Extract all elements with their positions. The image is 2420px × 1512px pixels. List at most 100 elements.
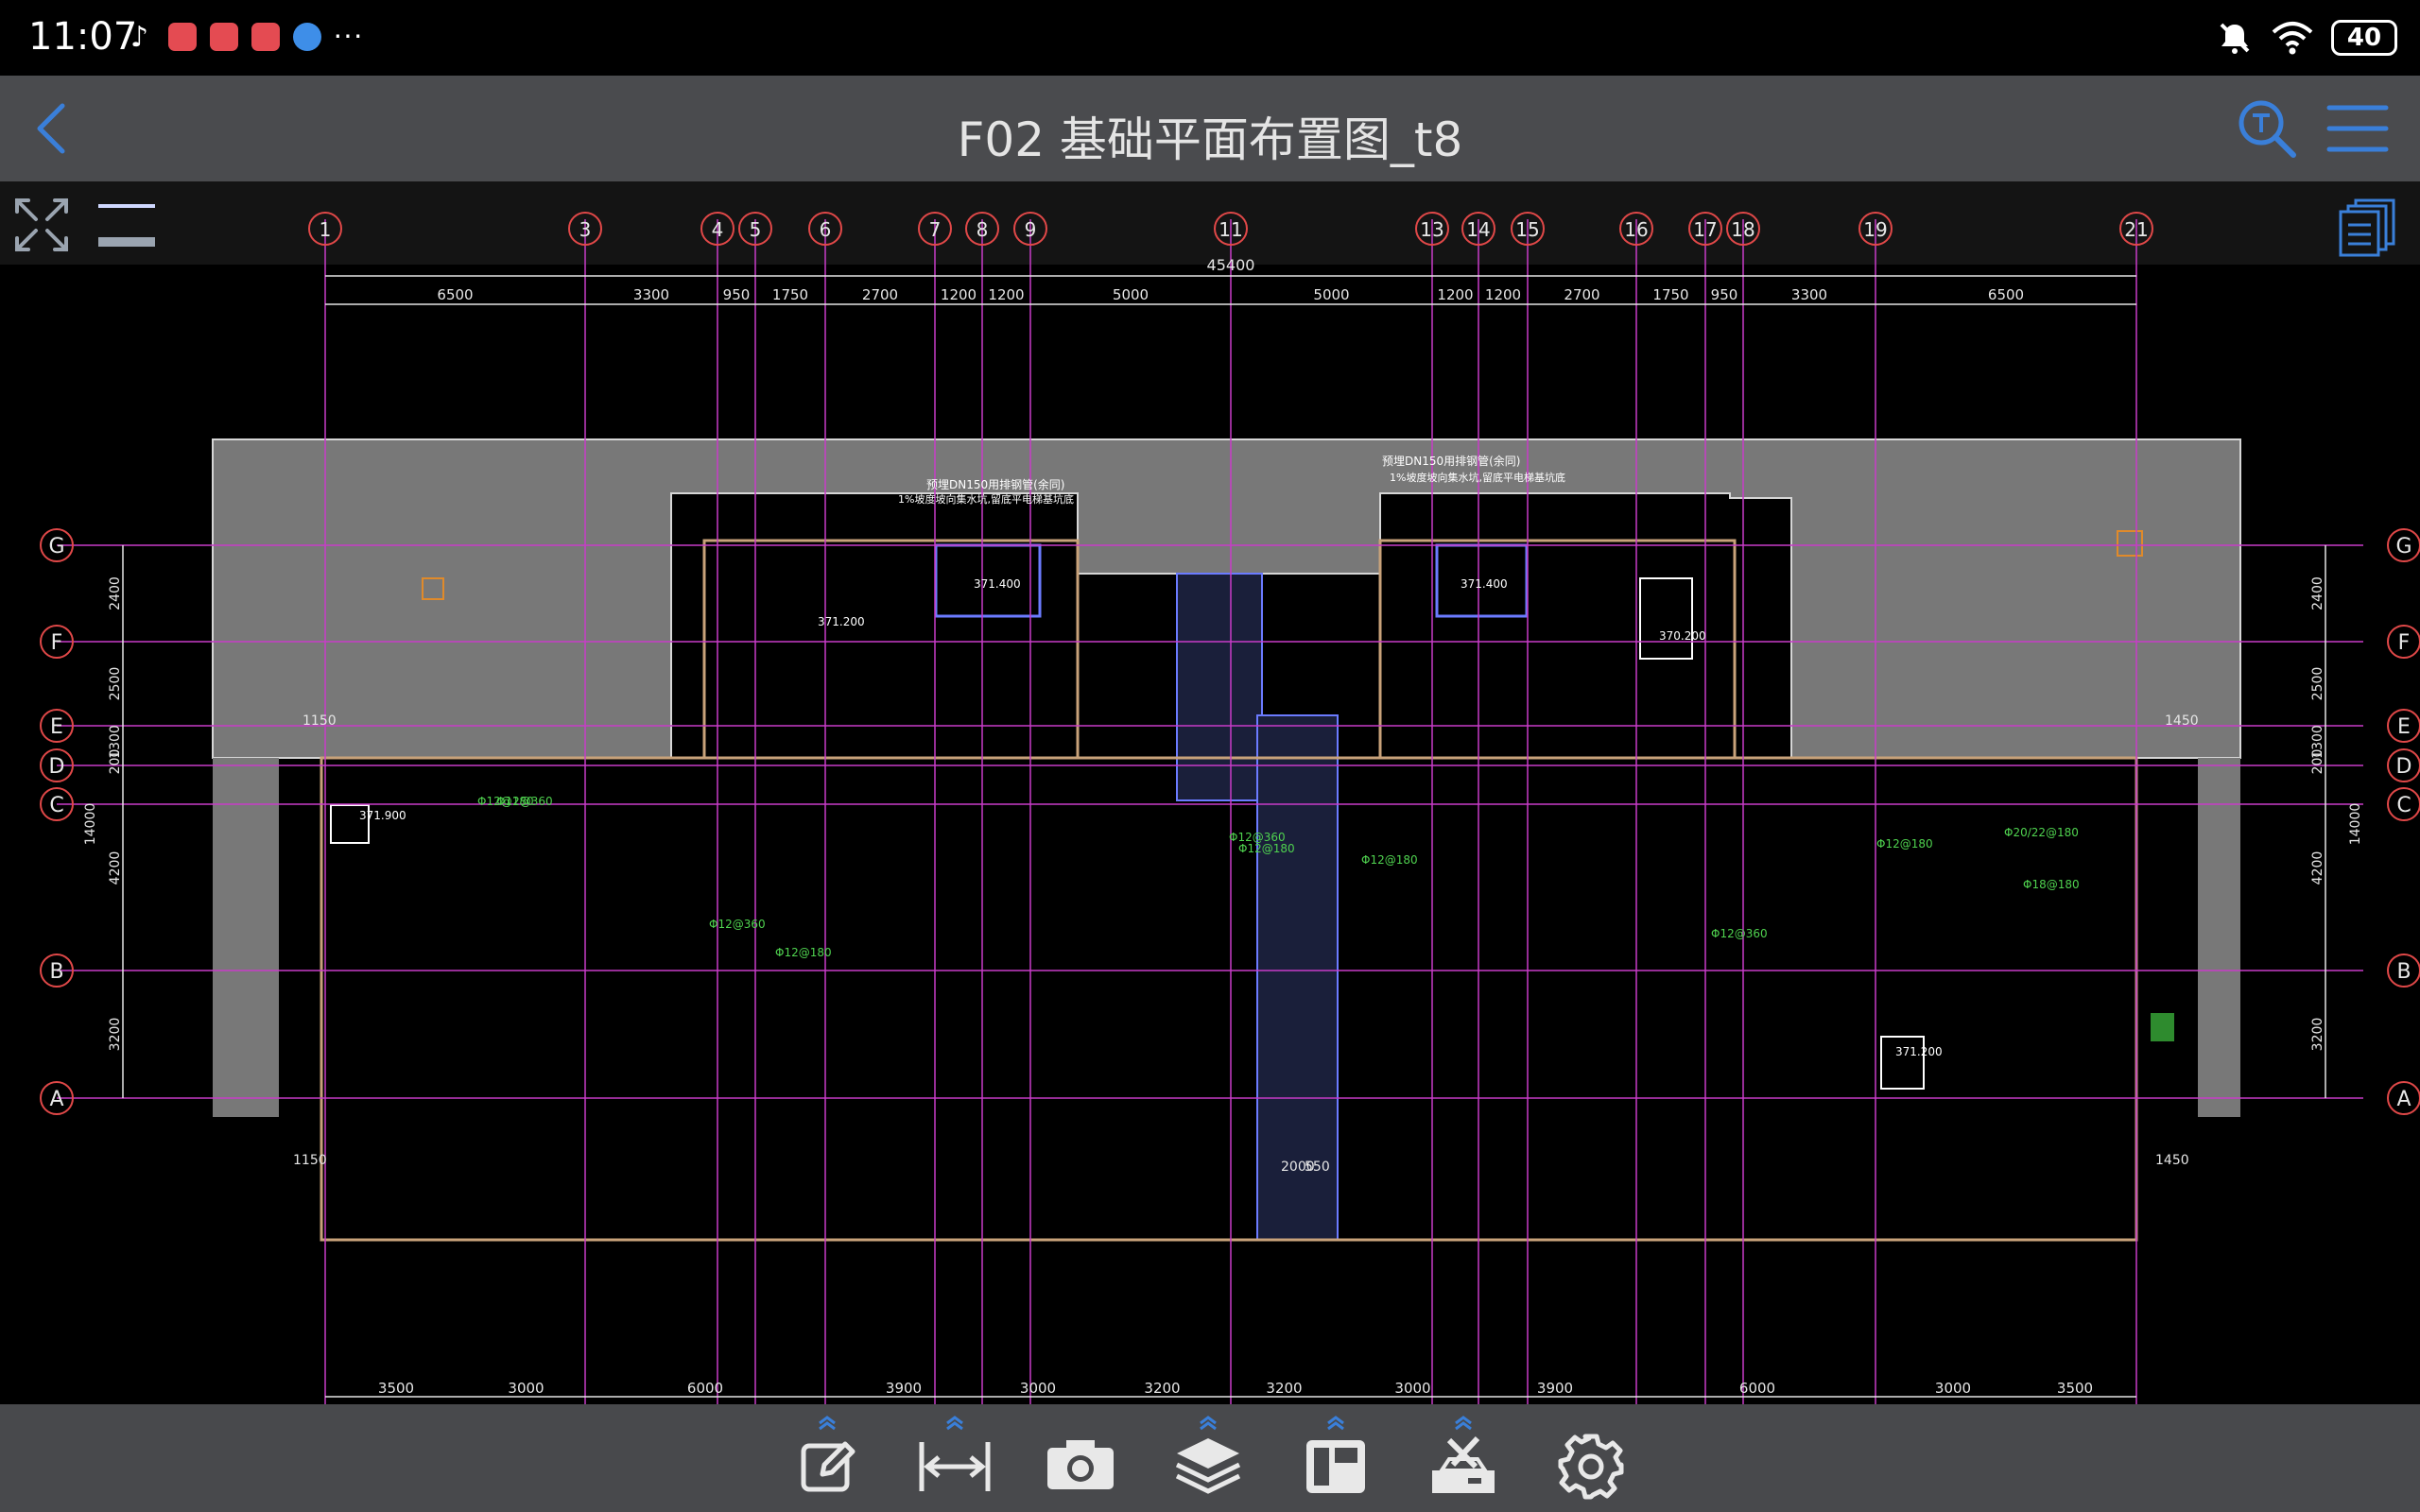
app-notification-icon [210,23,238,51]
drawing-annotation: 1450 [2165,713,2199,729]
left-dimension-value: 2400 [108,576,123,610]
grid-label-top: 3 [579,218,592,241]
top-dimension-value: 6500 [1988,286,2024,303]
top-dimension-value: 1200 [988,286,1024,303]
drawing-canvas[interactable]: 45400 6500 3300 950 1750 2700 1200 1200 5000 5000… [0,181,2420,1404]
right-total-dimension: 14000 [2348,803,2363,846]
screenshot-tool-button[interactable] [1038,1414,1123,1508]
drawing-annotation: 371.900 [359,809,406,822]
building-outline [212,438,2241,1242]
status-time: 11:07 [28,15,138,59]
grid-label-right: A [2396,1088,2411,1111]
grid-label-right: B [2396,960,2411,984]
layout-tool-button[interactable] [1293,1414,1378,1508]
drawing-annotation: 550 [1305,1160,1330,1175]
text-search-icon [2238,100,2296,158]
bottom-dimension-value: 3200 [1266,1380,1302,1397]
bottom-dimension-value: 6000 [1739,1380,1775,1397]
right-dimension-value: 4200 [2310,851,2325,885]
drawing-annotation: Φ18@180 [2023,878,2080,891]
tiktok-notification-icon: ♪ [130,21,149,54]
layers-icon [1175,1416,1241,1494]
grid-label-right: E [2397,715,2411,739]
bottom-dimension-value: 3000 [1020,1380,1056,1397]
grid-label-top: 13 [1420,218,1443,241]
drawing-annotation: 1%坡度坡向集水坑,留底平电梯基坑底 [1390,471,1565,484]
drawing-annotation: 371.400 [974,577,1021,591]
grid-label-top: 8 [977,218,989,241]
settings-tool-button[interactable] [1548,1414,1634,1508]
tools-icon [1432,1416,1495,1493]
grid-label-top: 9 [1025,218,1037,241]
line-weight-toggle[interactable] [96,198,157,251]
expand-arrows-icon [15,198,68,251]
top-dimension-value: 1200 [941,286,977,303]
cad-drawing[interactable]: 454006500 3300 950 1750 2700 1200 1200 5000 5000… [0,181,2420,1404]
bottom-dimension-value: 3000 [1935,1380,1971,1397]
grid-label-left: B [49,960,63,984]
top-dimension-value: 2700 [862,286,898,303]
top-dimension-value: 6500 [437,286,473,303]
grid-label-top: 15 [1515,218,1539,241]
top-dimension-value: 3300 [633,286,669,303]
drawing-annotation: 370.200 [1659,629,1706,643]
drawing-annotation: Φ20/22@180 [2004,826,2079,839]
bottom-dimension-value: 3000 [508,1380,544,1397]
drawing-annotation: 预埋DN150用排钢管(余同) [926,477,1065,491]
drawing-annotation: 371.400 [1461,577,1508,591]
title-bar: F02 基础平面布置图_t8 [0,76,2420,181]
left-dimension-value: 3200 [108,1018,123,1052]
top-dimension-value: 5000 [1113,286,1149,303]
layouts-button[interactable] [2339,198,2395,257]
measure-tool-button[interactable] [912,1414,997,1508]
ruler-strip [0,181,2420,265]
drawing-annotation: 1450 [2155,1153,2189,1168]
menu-button[interactable] [2325,98,2390,159]
right-dimension-value: 3200 [2310,1018,2325,1052]
fit-to-screen-button[interactable] [11,195,72,255]
text-search-button[interactable] [2235,96,2299,161]
edit-icon [801,1416,856,1492]
grid-label-top: 5 [750,218,762,241]
grid-label-top: 7 [929,218,942,241]
camera-icon [1047,1440,1114,1489]
drawing-annotation: Φ12@360 [709,918,766,931]
bottom-dimension-value: 3900 [886,1380,922,1397]
drawing-annotation: 1150 [302,713,337,729]
layouts-stack-icon [2339,198,2395,257]
bottom-dimension-value: 3500 [378,1380,414,1397]
grid-label-top: 4 [712,218,724,241]
left-total-dimension: 14000 [83,803,98,846]
drawing-annotation: Φ12@360 [496,795,553,808]
app-notification-icon [168,23,197,51]
grid-label-top: 19 [1863,218,1887,241]
left-dimension-value: 200 [108,749,123,775]
drawing-annotation: 1%坡度坡向集水坑,留底平电梯基坑底 [898,492,1074,506]
layers-tool-button[interactable] [1166,1414,1251,1508]
drawing-annotation: Φ12@180 [1238,842,1295,855]
grid-label-right: F [2398,631,2411,655]
total-dimension-value: 45400 [1207,256,1255,274]
status-bar: 11:07 ♪ ··· 40 [0,0,2420,76]
top-dimension-value: 2700 [1564,286,1599,303]
bottom-toolbar [0,1404,2420,1512]
tools-tool-button[interactable] [1421,1414,1506,1508]
bottom-dimension-value: 3000 [1394,1380,1430,1397]
bottom-dimension-value: 6000 [687,1380,723,1397]
grid-label-top: 17 [1693,218,1717,241]
grid-label-top: 18 [1731,218,1754,241]
right-dimension-value: 2500 [2310,667,2325,701]
grid-label-left: C [49,794,63,817]
top-dimension-value: 950 [1711,286,1738,303]
measure-icon [919,1416,991,1491]
grid-label-top: 11 [1219,218,1242,241]
top-dimension-value: 5000 [1313,286,1349,303]
drawing-annotation: Φ12@180 [775,946,832,959]
grid-label-right: C [2396,794,2411,817]
edit-tool-button[interactable] [785,1414,870,1508]
grid-label-left: E [50,715,63,739]
drawing-annotation: 预埋DN150用排钢管(余同) [1382,454,1521,468]
grid-label-right: G [2395,535,2411,558]
drawing-annotation: Φ12@360 [1229,831,1286,844]
top-dimension-value: 1200 [1437,286,1473,303]
